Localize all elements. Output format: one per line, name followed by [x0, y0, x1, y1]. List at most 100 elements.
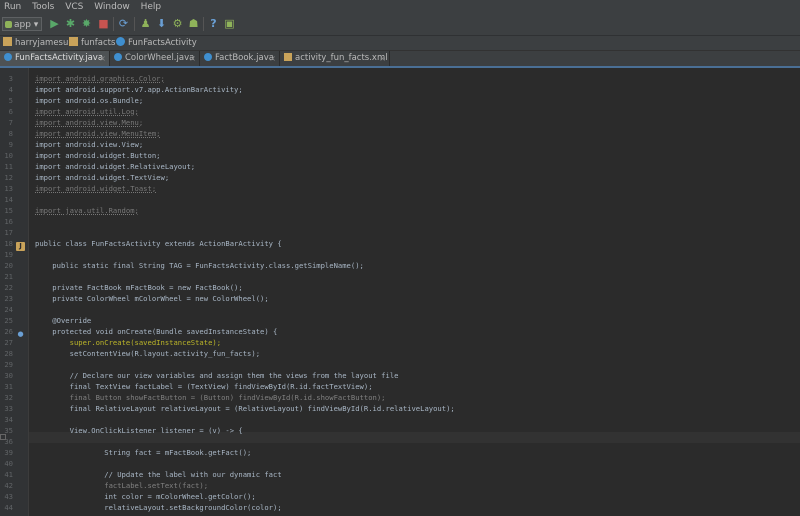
- line-number: 8: [8, 129, 13, 138]
- line-number: 44: [4, 503, 13, 512]
- line-number: 13: [4, 184, 13, 193]
- line-number: 20: [4, 261, 13, 270]
- line-number: 6: [8, 107, 13, 116]
- menu-run[interactable]: Run: [0, 0, 25, 14]
- code-line: import android.widget.Button;: [35, 151, 161, 160]
- editor-gutter[interactable]: 3 4 5 6 7 8 9 10 11 12 13 14 15 16 17 18…: [0, 68, 29, 516]
- tab-factbook[interactable]: FactBook.java ×: [200, 51, 280, 66]
- run-config-label: app ▾: [14, 20, 39, 30]
- folder-icon: [69, 37, 78, 46]
- sdk-manager-icon[interactable]: ⬇: [155, 17, 168, 30]
- code-line: import java.util.Random;: [35, 206, 139, 215]
- line-number: 29: [4, 360, 13, 369]
- line-number: 25: [4, 316, 13, 325]
- code-line: @Override: [35, 316, 92, 325]
- line-number: 34: [4, 415, 13, 424]
- attach-debugger-icon[interactable]: ✸: [80, 17, 93, 30]
- code-line: setContentView(R.layout.activity_fun_fac…: [35, 349, 261, 358]
- breadcrumb-separator: ›: [63, 38, 67, 48]
- code-line: private ColorWheel mColorWheel = new Col…: [35, 294, 269, 303]
- code-line: protected void onCreate(Bundle savedInst…: [35, 327, 278, 336]
- override-method-icon[interactable]: ●: [16, 330, 25, 339]
- code-line: final RelativeLayout relativeLayout = (R…: [35, 404, 455, 413]
- tab-activity-fun-facts-xml[interactable]: activity_fun_facts.xml ×: [280, 51, 390, 66]
- line-number: 31: [4, 382, 13, 391]
- breadcrumb-item-class[interactable]: FunFactsActivity: [116, 36, 197, 50]
- ddms-icon[interactable]: ☗: [187, 17, 200, 30]
- line-number: 40: [4, 459, 13, 468]
- line-number: 22: [4, 283, 13, 292]
- line-number: 10: [4, 151, 13, 160]
- android-device-icon[interactable]: ⚙: [171, 17, 184, 30]
- code-line: import android.os.Bundle;: [35, 96, 144, 105]
- toolbar-separator: [134, 17, 135, 31]
- tab-funfactsactivity[interactable]: FunFactsActivity.java ×: [0, 51, 110, 66]
- line-number: 19: [4, 250, 13, 259]
- menu-tools[interactable]: Tools: [28, 0, 58, 14]
- android-icon: [5, 21, 12, 28]
- menu-window[interactable]: Window: [90, 0, 134, 14]
- line-number: 16: [4, 217, 13, 226]
- line-number: 43: [4, 492, 13, 501]
- class-icon: [116, 37, 125, 46]
- class-icon: [114, 52, 122, 61]
- xml-file-icon: [284, 52, 292, 61]
- sync-icon[interactable]: ⟳: [117, 17, 130, 30]
- code-line: super.onCreate(savedInstanceState);: [35, 338, 222, 347]
- class-icon: [4, 52, 12, 61]
- line-number: 21: [4, 272, 13, 281]
- line-number: 14: [4, 195, 13, 204]
- code-line: private FactBook mFactBook = new FactBoo…: [35, 283, 243, 292]
- line-number: 39: [4, 448, 13, 457]
- line-number: 32: [4, 393, 13, 402]
- line-number: 18: [4, 239, 13, 248]
- code-line: String fact = mFactBook.getFact();: [35, 448, 252, 457]
- line-number: 42: [4, 481, 13, 490]
- code-line: import android.util.Log;: [35, 107, 139, 116]
- close-icon[interactable]: ×: [379, 51, 386, 66]
- toolbar: app ▾ ▶ ✱ ✸ ■ ⟳ ♟ ⬇ ⚙ ☗ ? ▣: [0, 14, 800, 36]
- line-number: 12: [4, 173, 13, 182]
- help-icon[interactable]: ?: [207, 17, 220, 30]
- run-icon[interactable]: ▶: [48, 17, 61, 30]
- debug-icon[interactable]: ✱: [64, 17, 77, 30]
- menu-vcs[interactable]: VCS: [61, 0, 87, 14]
- code-editor[interactable]: import android.graphics.Color; import an…: [29, 68, 800, 516]
- close-icon[interactable]: ×: [99, 51, 106, 66]
- class-icon: [204, 52, 212, 61]
- close-icon[interactable]: ×: [189, 51, 196, 66]
- run-config-select[interactable]: app ▾: [2, 17, 42, 31]
- code-line: factLabel.setText(fact);: [35, 481, 209, 490]
- code-line: // Update the label with our dynamic fac…: [35, 470, 282, 479]
- code-line: final TextView factLabel = (TextView) fi…: [35, 382, 373, 391]
- code-line: import android.view.MenuItem;: [35, 129, 161, 138]
- line-number: 5: [8, 96, 13, 105]
- code-line: relativeLayout.setBackgroundColor(color)…: [35, 503, 282, 512]
- code-line: // Declare our view variables and assign…: [35, 371, 399, 380]
- avd-manager-icon[interactable]: ♟: [139, 17, 152, 30]
- stop-icon[interactable]: ■: [97, 17, 110, 30]
- breadcrumb-item-package[interactable]: funfacts: [69, 36, 115, 50]
- line-number: 17: [4, 228, 13, 237]
- line-number: 30: [4, 371, 13, 380]
- class-gutter-icon[interactable]: J: [16, 242, 25, 251]
- line-number: 9: [8, 140, 13, 149]
- editor-tabs: FunFactsActivity.java × ColorWheel.java × …: [0, 51, 800, 68]
- line-number: 11: [4, 162, 13, 171]
- code-line: import android.widget.TextView;: [35, 173, 170, 182]
- toolbar-separator: [113, 17, 114, 31]
- code-line: import android.widget.RelativeLayout;: [35, 162, 196, 171]
- tab-colorwheel[interactable]: ColorWheel.java ×: [110, 51, 200, 66]
- line-number: 7: [8, 118, 13, 127]
- code-line: public class FunFactsActivity extends Ac…: [35, 239, 282, 248]
- menu-help[interactable]: Help: [137, 0, 166, 14]
- code-line: import android.graphics.Color;: [35, 74, 165, 83]
- code-line: import android.widget.Toast;: [35, 184, 157, 193]
- android-monitor-icon[interactable]: ▣: [223, 17, 236, 30]
- code-line: import android.view.View;: [35, 140, 144, 149]
- line-number: 41: [4, 470, 13, 479]
- fold-toggle-icon[interactable]: [0, 434, 6, 440]
- line-number: 23: [4, 294, 13, 303]
- line-number: 15: [4, 206, 13, 215]
- close-icon[interactable]: ×: [269, 51, 276, 66]
